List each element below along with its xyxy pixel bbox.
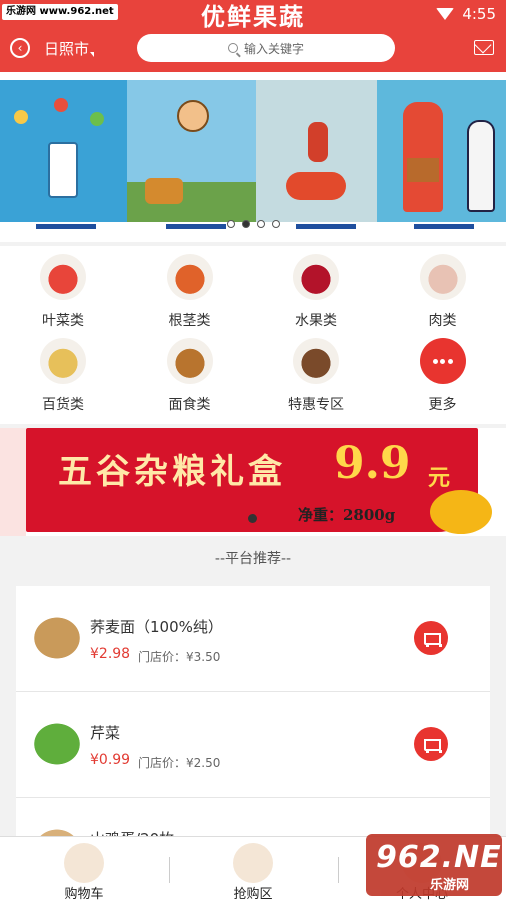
banner-panel-order	[0, 80, 127, 222]
city-selector[interactable]: 日照市	[44, 38, 89, 59]
product-list: 荞麦面（100%纯） ¥2.98 门店价：¥3.50 芹菜 ¥0.99 门店价：¥2.50…	[16, 586, 490, 836]
category-label: 根茎类	[168, 313, 211, 329]
category-label: 面食类	[168, 397, 211, 413]
promo-unit: 元	[428, 466, 451, 491]
watermark-sub: 乐游网	[430, 878, 470, 893]
leaf-bubble-icon	[90, 112, 104, 126]
more-dot	[440, 359, 445, 364]
category-item[interactable]: 水果类	[253, 246, 379, 330]
product-name: 荞麦面（100%纯）	[90, 618, 223, 636]
farmer-icon	[177, 100, 209, 132]
search-placeholder: 输入关键字	[243, 41, 304, 56]
watermark-logo: 962.NET	[376, 840, 506, 875]
product-image	[28, 612, 86, 664]
search-icon	[227, 43, 238, 53]
category-grid: 叶菜类 根茎类 水果类 肉类百货类 面食类 特惠专区 更多	[0, 246, 506, 424]
banner-panel-farm	[127, 80, 256, 222]
banner-panel-arrival	[377, 80, 506, 222]
add-to-cart-button[interactable]	[414, 727, 448, 761]
promo-banner[interactable]: 五谷杂粮礼盒 9.9 元 净重：2800g	[0, 428, 506, 536]
parcel-icon	[407, 158, 439, 182]
basket-icon	[145, 178, 183, 204]
category-label: 水果类	[295, 313, 337, 329]
promo-side-decoration	[0, 428, 26, 536]
more-dot	[447, 359, 453, 364]
product-price: ¥2.98	[90, 646, 131, 662]
store-price: 门店价：¥2.50	[138, 756, 221, 770]
jar-icon	[40, 338, 86, 384]
cart-icon	[64, 843, 104, 883]
category-item[interactable]: 肉类	[380, 246, 506, 330]
phone-icon	[48, 142, 78, 198]
gold-coins-icon	[430, 490, 492, 534]
flour-sack-icon	[166, 338, 213, 384]
carrot-icon	[166, 254, 213, 300]
special-offer-icon	[293, 338, 339, 384]
promo-title: 五谷杂粮礼盒	[58, 452, 286, 492]
tab-cart[interactable]: 购物车	[0, 837, 168, 900]
product-name: 山鸡蛋/20枚	[90, 828, 174, 836]
watermark-bottom: 962.NET 乐游网	[366, 834, 506, 896]
promo-pagination-dot	[248, 514, 257, 523]
hero-banner[interactable]	[0, 72, 506, 242]
tab-label: 抢购区	[233, 887, 273, 900]
category-item[interactable]: 根茎类	[127, 246, 253, 330]
vegetable-bubble-icon	[14, 110, 28, 124]
city-dropdown-icon	[90, 52, 94, 57]
category-item[interactable]: 特惠专区	[253, 330, 379, 414]
tab-divider	[338, 857, 339, 883]
category-label: 叶菜类	[42, 313, 84, 329]
section-title: --平台推荐--	[214, 551, 292, 567]
back-arrow-icon: ‹	[17, 41, 23, 55]
category-item[interactable]: 面食类	[127, 330, 253, 414]
tab-label: 购物车	[64, 887, 104, 900]
customer-icon	[467, 120, 495, 212]
more-icon	[419, 338, 466, 384]
fruit-bubble-icon	[54, 98, 68, 112]
category-label: 肉类	[428, 313, 457, 329]
search-input[interactable]: 输入关键字	[137, 34, 395, 62]
flash-sale-icon	[233, 843, 273, 883]
tab-flash-sale[interactable]: 抢购区	[169, 837, 337, 900]
back-button[interactable]: ‹	[10, 38, 30, 58]
courier-icon	[403, 102, 443, 212]
product-item[interactable]: 芹菜 ¥0.99 门店价：¥2.50	[16, 692, 490, 798]
add-to-cart-button[interactable]	[414, 621, 448, 655]
cherry-icon	[293, 254, 339, 300]
tomato-icon	[40, 254, 86, 300]
promo-weight: 净重：2800g	[298, 506, 396, 524]
product-image	[28, 718, 86, 770]
pagination-dot[interactable]	[271, 220, 280, 228]
product-name: 芹菜	[90, 724, 121, 742]
meat-icon	[419, 254, 466, 300]
pagination-dot[interactable]	[241, 220, 250, 228]
category-item[interactable]: 更多	[380, 330, 506, 414]
app-screen: 乐游网 www.962.net 4:55 优鲜果蔬 ‹ 日照市 输入关键字 叶菜…	[0, 0, 506, 900]
category-item[interactable]: 百货类	[0, 330, 126, 414]
pagination-dot[interactable]	[256, 220, 265, 228]
message-icon[interactable]	[474, 40, 494, 55]
banner-panel-delivery	[256, 80, 377, 222]
category-label: 百货类	[42, 397, 84, 413]
product-price: ¥0.99	[90, 752, 131, 768]
product-item[interactable]: 山鸡蛋/20枚	[16, 798, 490, 836]
header: ‹ 日照市 输入关键字	[0, 28, 506, 72]
category-label: 更多	[428, 397, 457, 413]
rider-icon	[308, 122, 328, 162]
more-dot	[432, 359, 438, 364]
pagination-dot[interactable]	[226, 220, 235, 228]
product-item[interactable]: 荞麦面（100%纯） ¥2.98 门店价：¥3.50	[16, 586, 490, 692]
category-item[interactable]: 叶菜类	[0, 246, 126, 330]
promo-price: 9.9	[334, 438, 411, 489]
store-price: 门店价：¥3.50	[138, 650, 221, 664]
category-label: 特惠专区	[288, 397, 344, 413]
tab-divider	[169, 857, 170, 883]
scooter-icon	[286, 172, 346, 200]
banner-pagination[interactable]	[0, 220, 506, 228]
product-image	[28, 824, 86, 836]
